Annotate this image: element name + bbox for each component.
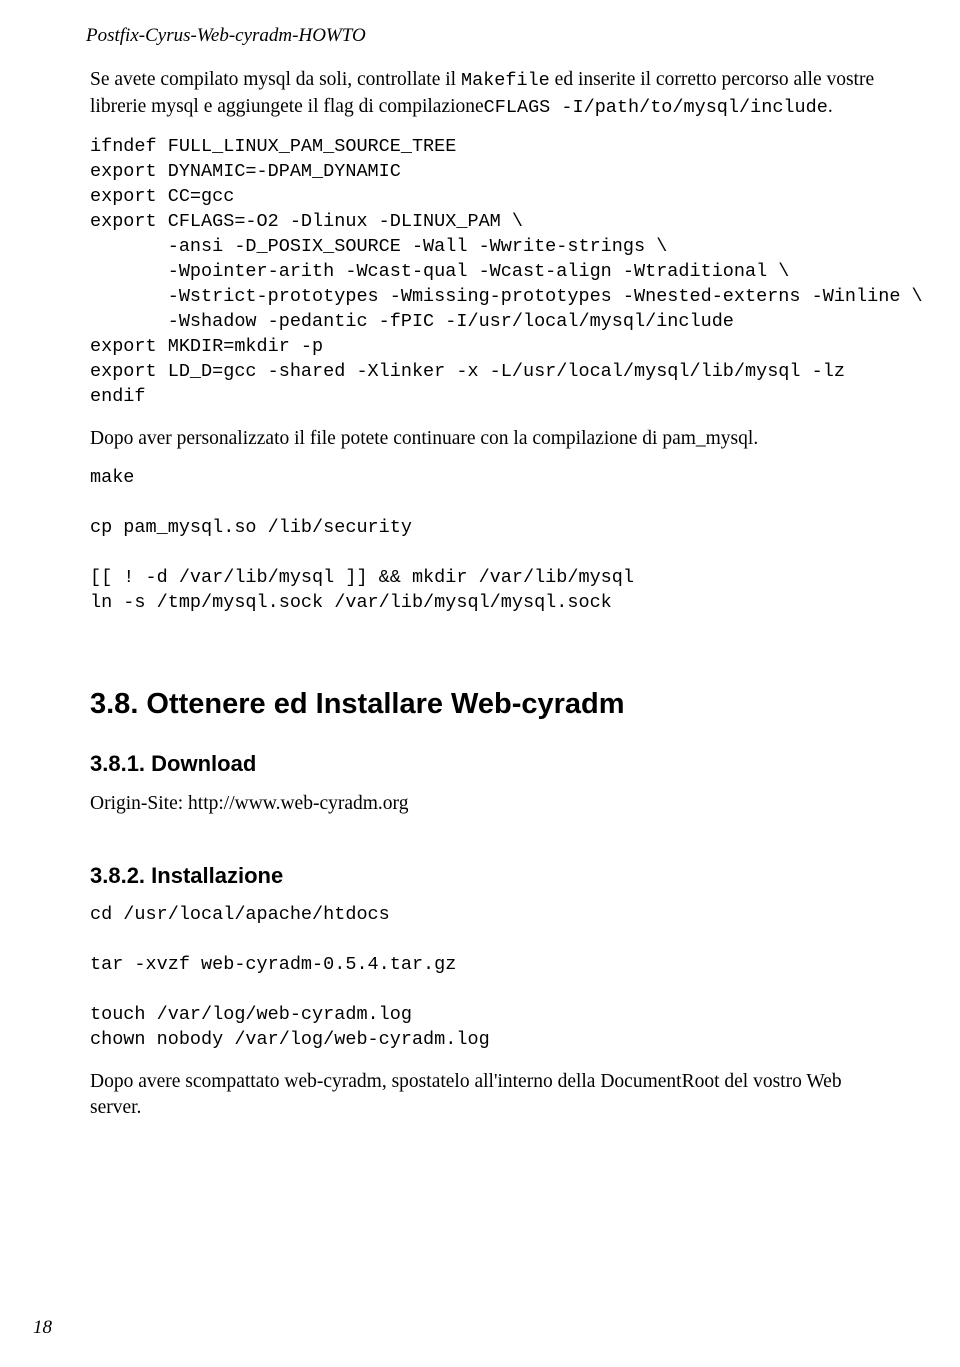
document-page: Postfix-Cyrus-Web-cyradm-HOWTO Se avete …: [0, 0, 960, 1367]
text-fragment: Se avete compilato mysql da soli, contro…: [90, 69, 461, 90]
heading-3-8-1: 3.8.1. Download: [90, 751, 880, 777]
code-block-makefile: ifndef FULL_LINUX_PAM_SOURCE_TREE export…: [90, 135, 880, 410]
paragraph: Dopo aver personalizzato il file potete …: [90, 426, 880, 452]
page-number: 18: [33, 1317, 52, 1339]
heading-3-8: 3.8. Ottenere ed Installare Web-cyradm: [90, 688, 880, 721]
heading-3-8-2: 3.8.2. Installazione: [90, 863, 880, 889]
text-fragment: .: [828, 96, 833, 117]
code-block-install: cd /usr/local/apache/htdocs tar -xvzf we…: [90, 903, 880, 1053]
paragraph: Dopo avere scompattato web-cyradm, spost…: [90, 1069, 880, 1122]
inline-code: Makefile: [461, 70, 550, 91]
intro-paragraph: Se avete compilato mysql da soli, contro…: [90, 67, 880, 121]
origin-site: Origin-Site: http://www.web-cyradm.org: [90, 791, 880, 817]
code-block-make: make cp pam_mysql.so /lib/security [[ ! …: [90, 466, 880, 616]
running-header: Postfix-Cyrus-Web-cyradm-HOWTO: [86, 25, 880, 47]
inline-code: CFLAGS -I/path/to/mysql/include: [484, 97, 828, 118]
